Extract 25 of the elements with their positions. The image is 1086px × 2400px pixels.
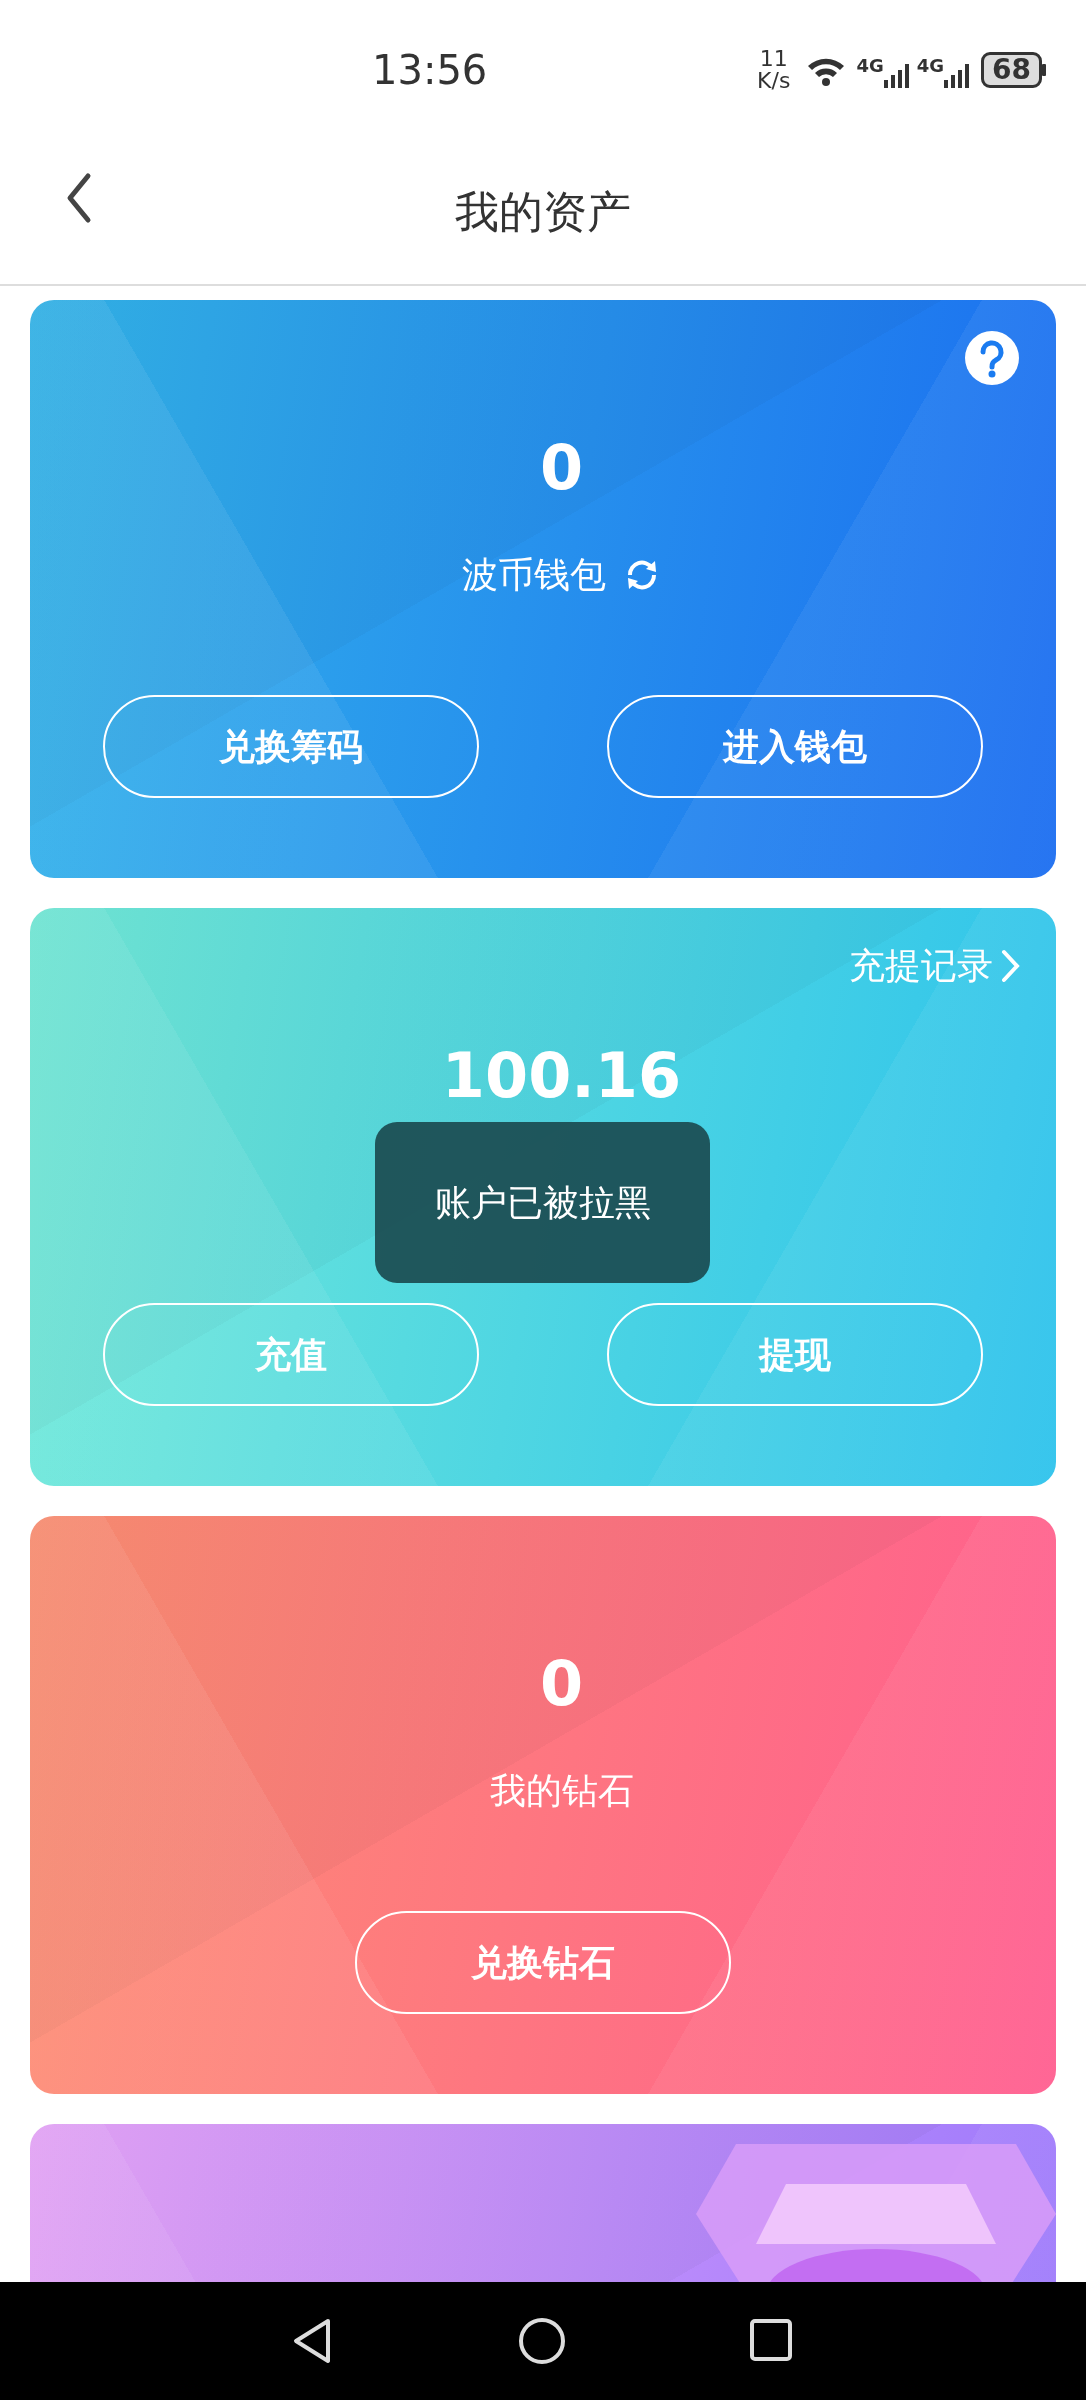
home-nav-icon[interactable] [518, 2317, 566, 2365]
amount-label: 波币钱包 [461, 553, 606, 597]
amount-value: 0 [538, 430, 585, 506]
signal-icon [944, 64, 970, 88]
amount-value: 100.16 [440, 1038, 683, 1114]
help-icon[interactable] [964, 330, 1020, 386]
network-type: 4G [856, 54, 884, 78]
status-time: 13:56 [372, 46, 488, 95]
network-type: 4G [916, 54, 945, 78]
action-button[interactable]: 充值 [103, 1303, 479, 1406]
network-speed-unit: K/s [757, 70, 791, 92]
page-title: 我的资产 [455, 185, 631, 239]
action-button[interactable]: 提现 [607, 1303, 983, 1406]
amount-value: 0 [538, 1646, 585, 1722]
chevron-right-icon [1001, 949, 1020, 983]
network-speed: 11 [759, 48, 788, 70]
action-button[interactable]: 进入钱包 [607, 695, 983, 798]
battery-level: 68 [981, 52, 1042, 88]
toast-message: 账户已被拉黑 [375, 1122, 710, 1283]
signal-icon [883, 64, 909, 88]
amount-label: 我的钻石 [489, 1769, 634, 1813]
records-link[interactable]: 充提记录 [849, 939, 1020, 993]
action-button[interactable]: 兑换筹码 [103, 695, 479, 798]
action-button[interactable]: 兑换钻石 [355, 1911, 731, 2014]
battery-tip-icon [1042, 64, 1046, 76]
